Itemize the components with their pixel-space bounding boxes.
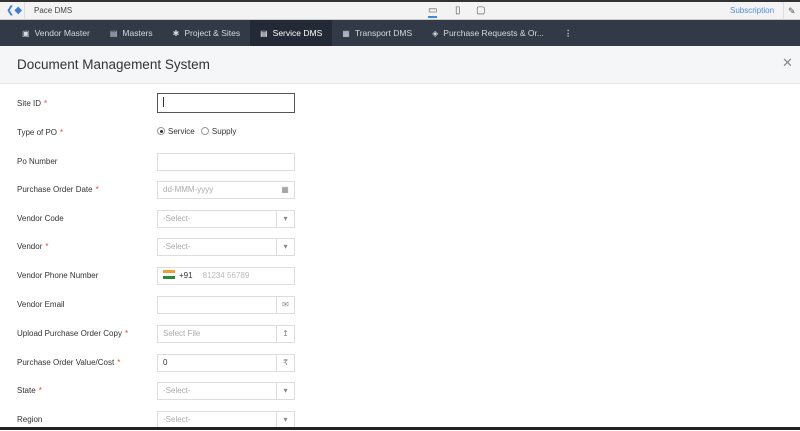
envelope-icon: ✉ bbox=[276, 297, 294, 313]
vendor-email-label: Vendor Email bbox=[17, 300, 65, 309]
subscription-link[interactable]: Subscription bbox=[730, 2, 774, 20]
bus-icon: ▦ bbox=[342, 29, 350, 38]
chevron-down-icon[interactable]: ▾ bbox=[276, 412, 294, 428]
more-menu-button[interactable]: ⋮ bbox=[554, 20, 583, 46]
vendor-code-row: Vendor Code -Select- ▾ bbox=[0, 210, 800, 230]
upload-icon[interactable]: ↥ bbox=[276, 326, 294, 342]
state-row: State * -Select- ▾ bbox=[0, 382, 800, 402]
desktop-view-icon[interactable]: ▭ bbox=[428, 5, 438, 18]
tab-label: Vendor Master bbox=[34, 28, 90, 38]
upload-placeholder: Select File bbox=[163, 329, 201, 338]
po-date-label: Purchase Order Date * bbox=[17, 185, 99, 194]
po-value-row: Purchase Order Value/Cost * 0 ₹ bbox=[0, 354, 800, 374]
type-of-po-row: Type of PO * Service Supply bbox=[0, 127, 800, 147]
po-number-row: Po Number bbox=[0, 153, 800, 173]
close-icon[interactable]: ✕ bbox=[782, 55, 793, 71]
tab-label: Purchase Requests & Or... bbox=[443, 28, 544, 38]
page-header: Document Management System ✕ bbox=[0, 46, 800, 84]
vendor-phone-row: Vendor Phone Number +91 81234 56789 bbox=[0, 267, 800, 287]
tab-masters[interactable]: ▤ Masters bbox=[100, 20, 163, 46]
chevron-down-icon[interactable]: ▾ bbox=[276, 211, 294, 227]
monitor-icon: ▣ bbox=[22, 29, 30, 38]
vendor-email-input[interactable]: ✉ bbox=[157, 296, 295, 314]
tab-label: Project & Sites bbox=[184, 28, 241, 38]
country-code: +91 bbox=[179, 271, 193, 280]
tab-label: Masters bbox=[122, 28, 153, 38]
database-icon: ▤ bbox=[109, 29, 118, 38]
vendor-select[interactable]: -Select- ▾ bbox=[157, 238, 295, 256]
state-label: State * bbox=[17, 386, 42, 395]
chevron-down-icon[interactable]: ▾ bbox=[276, 383, 294, 399]
edit-pencil-icon[interactable]: ✎ bbox=[783, 2, 796, 20]
vendor-phone-input[interactable]: +91 81234 56789 bbox=[157, 267, 295, 285]
region-label: Region bbox=[17, 415, 43, 424]
tab-project-sites[interactable]: ✱ Project & Sites bbox=[163, 20, 250, 46]
vendor-row: Vendor * -Select- ▾ bbox=[0, 238, 800, 258]
phone-placeholder: 81234 56789 bbox=[202, 271, 250, 280]
vendor-email-row: Vendor Email ✉ bbox=[0, 296, 800, 316]
bug-icon: ✱ bbox=[172, 29, 180, 38]
po-number-input[interactable] bbox=[157, 153, 295, 171]
upload-row: Upload Purchase Order Copy * Select File ↥ bbox=[0, 325, 800, 345]
tab-transport-dms[interactable]: ▦ Transport DMS bbox=[332, 20, 422, 46]
po-value-input[interactable]: 0 ₹ bbox=[157, 354, 295, 372]
chevron-down-icon[interactable]: ▾ bbox=[276, 239, 294, 255]
vendor-phone-label: Vendor Phone Number bbox=[17, 271, 99, 280]
site-id-label: Site ID * bbox=[17, 99, 48, 108]
app-name: Pace DMS bbox=[24, 2, 72, 20]
type-of-po-label: Type of PO * bbox=[17, 128, 64, 137]
document-icon: ▤ bbox=[260, 29, 268, 38]
rupee-icon: ₹ bbox=[276, 355, 294, 371]
po-date-row: Purchase Order Date * dd-MMM-yyyy ▦ bbox=[0, 181, 800, 201]
select-value: -Select- bbox=[163, 386, 191, 395]
tab-service-dms[interactable]: ▤ Service DMS bbox=[250, 20, 333, 46]
site-id-input[interactable] bbox=[157, 93, 295, 113]
calendar-icon[interactable]: ▦ bbox=[276, 182, 294, 198]
select-value: -Select- bbox=[163, 242, 191, 251]
india-flag-icon[interactable] bbox=[163, 270, 175, 279]
more-vertical-icon: ⋮ bbox=[563, 28, 573, 38]
select-value: -Select- bbox=[163, 214, 191, 223]
tab-vendor-master[interactable]: ▣ Vendor Master bbox=[12, 20, 100, 46]
upload-label: Upload Purchase Order Copy * bbox=[17, 329, 129, 338]
state-select[interactable]: -Select- ▾ bbox=[157, 382, 295, 400]
po-number-label: Po Number bbox=[17, 157, 58, 166]
vendor-label: Vendor * bbox=[17, 242, 49, 251]
po-value: 0 bbox=[163, 358, 168, 367]
main-nav: ▣ Vendor Master ▤ Masters ✱ Project & Sites… bbox=[0, 20, 800, 46]
radio-supply[interactable]: Supply bbox=[200, 127, 236, 136]
page-title: Document Management System bbox=[17, 57, 210, 72]
site-id-row: Site ID * bbox=[0, 93, 800, 115]
vendor-code-select[interactable]: -Select- ▾ bbox=[157, 210, 295, 228]
mobile-view-icon[interactable]: ▯ bbox=[455, 5, 461, 16]
tab-purchase-requests[interactable]: ◈ Purchase Requests & Or... bbox=[422, 20, 554, 46]
po-date-placeholder: dd-MMM-yyyy bbox=[163, 185, 214, 194]
vendor-code-label: Vendor Code bbox=[17, 214, 64, 223]
select-value: -Select- bbox=[163, 415, 191, 424]
po-value-label: Purchase Order Value/Cost * bbox=[17, 358, 121, 367]
upload-file-input[interactable]: Select File ↥ bbox=[157, 325, 295, 343]
tablet-view-icon[interactable]: ▢ bbox=[476, 5, 485, 16]
tab-label: Service DMS bbox=[272, 28, 323, 38]
tag-icon: ◈ bbox=[432, 29, 439, 38]
tab-label: Transport DMS bbox=[354, 28, 413, 38]
app-logo-icon: ❮◆ bbox=[6, 5, 23, 16]
type-of-po-radios: Service Supply bbox=[157, 127, 236, 136]
top-bar: ❮◆ Pace DMS ▭ ▯ ▢ Subscription ✎ bbox=[0, 2, 800, 20]
radio-service[interactable]: Service bbox=[157, 127, 195, 136]
po-date-input[interactable]: dd-MMM-yyyy ▦ bbox=[157, 181, 295, 199]
